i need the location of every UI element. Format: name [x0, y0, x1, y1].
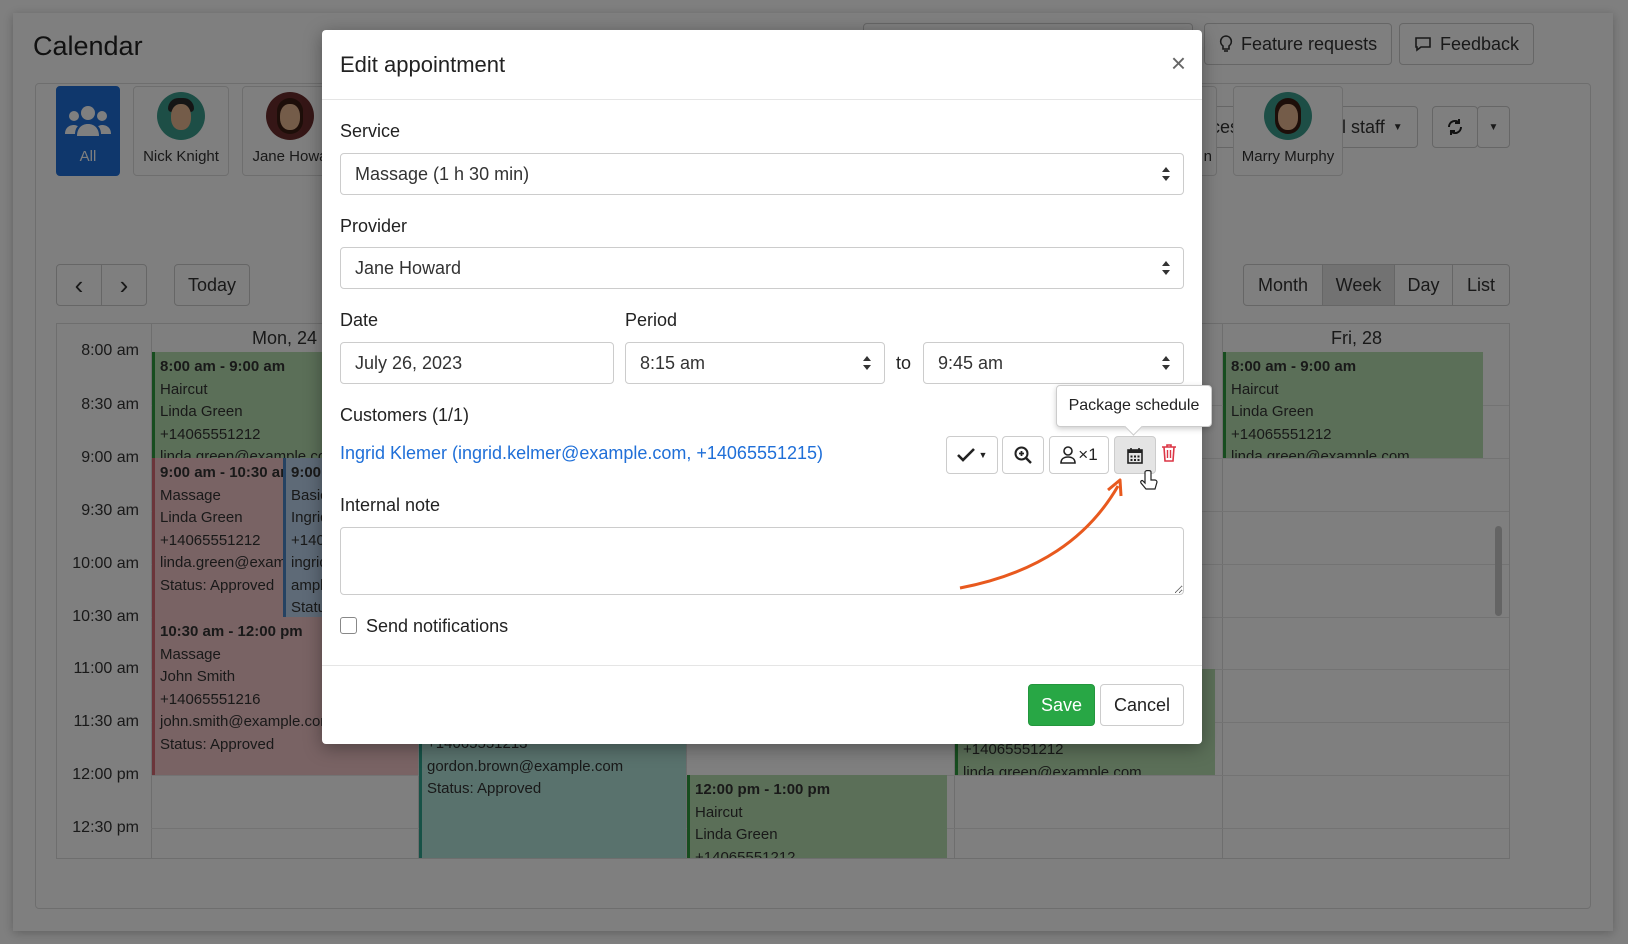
- caret-down-icon: ▼: [978, 450, 988, 460]
- customer-link[interactable]: Ingrid Klemer (ingrid.kelmer@example.com…: [340, 443, 823, 464]
- package-schedule-button[interactable]: [1114, 436, 1156, 474]
- send-notifications-label: Send notifications: [366, 616, 509, 636]
- select-arrows-icon: [1161, 355, 1171, 371]
- modal-title: Edit appointment: [340, 52, 506, 77]
- modal-footer-divider: [322, 665, 1202, 666]
- arrow-annotation-icon: [959, 478, 1123, 590]
- service-label: Service: [340, 121, 401, 141]
- internal-note-label: Internal note: [340, 495, 441, 515]
- save-button[interactable]: Save: [1028, 684, 1095, 726]
- date-value: July 26, 2023: [355, 352, 463, 373]
- select-arrows-icon: [1161, 166, 1171, 182]
- period-start-value: 8:15 am: [640, 352, 706, 373]
- delete-customer-button[interactable]: [1161, 444, 1177, 467]
- user-icon: [1060, 446, 1077, 464]
- period-to-word: to: [896, 353, 912, 373]
- service-select[interactable]: Massage (1 h 30 min): [340, 153, 1184, 195]
- persons-count: ×1: [1078, 445, 1098, 464]
- persons-count-button[interactable]: ×1: [1049, 436, 1109, 474]
- check-icon: [956, 448, 975, 462]
- period-start-select[interactable]: 8:15 am: [625, 342, 885, 384]
- provider-value: Jane Howard: [355, 257, 462, 278]
- period-end-select[interactable]: 9:45 am: [923, 342, 1184, 384]
- send-notifications-checkbox[interactable]: [340, 617, 357, 634]
- period-end-value: 9:45 am: [938, 352, 1004, 373]
- calendar-icon: [1127, 447, 1143, 464]
- package-schedule-tooltip: Package schedule: [1056, 385, 1212, 427]
- trash-icon: [1162, 444, 1176, 462]
- customer-details-button[interactable]: [1002, 436, 1044, 474]
- service-value: Massage (1 h 30 min): [355, 163, 530, 184]
- modal-header: Edit appointment ×: [322, 30, 1202, 100]
- pointer-cursor-icon: [1140, 470, 1158, 490]
- select-arrows-icon: [862, 355, 872, 371]
- status-dropdown-button[interactable]: ▼: [946, 436, 998, 474]
- date-label: Date: [340, 310, 379, 330]
- provider-label: Provider: [340, 216, 408, 236]
- cancel-button[interactable]: Cancel: [1100, 684, 1184, 726]
- close-icon[interactable]: ×: [1171, 50, 1186, 76]
- customers-label: Customers (1/1): [340, 405, 470, 425]
- provider-select[interactable]: Jane Howard: [340, 247, 1184, 289]
- period-label: Period: [625, 310, 678, 330]
- zoom-in-icon: [1014, 446, 1032, 464]
- select-arrows-icon: [1161, 260, 1171, 276]
- edit-appointment-dialog: Edit appointment × Service Massage (1 h …: [322, 30, 1212, 744]
- date-input[interactable]: July 26, 2023: [340, 342, 614, 384]
